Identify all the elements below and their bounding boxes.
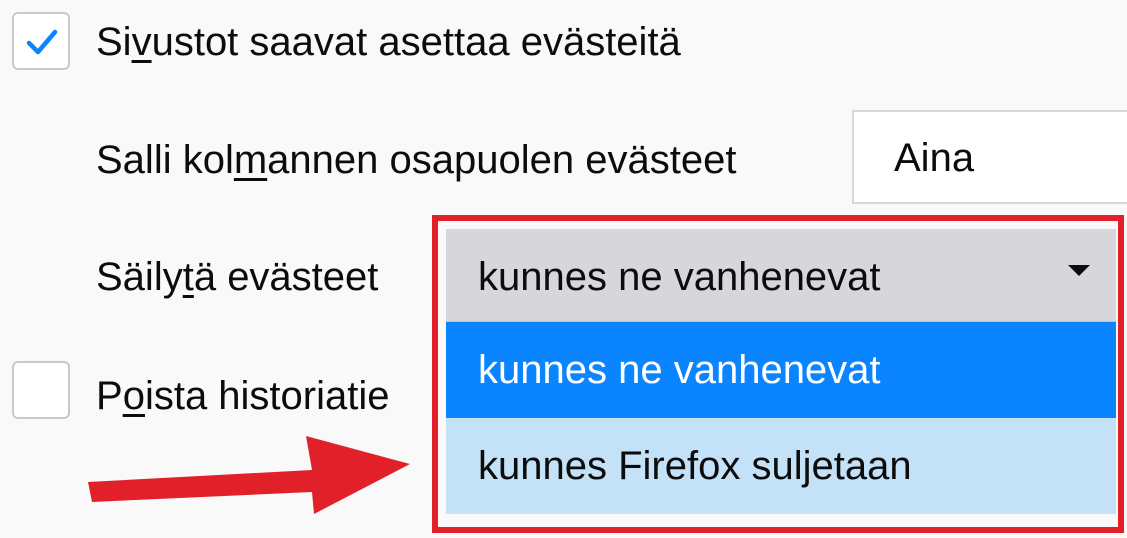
clear-history-label[interactable]: Poista historiatie	[96, 372, 390, 420]
dropdown-caret-icon	[1068, 265, 1090, 276]
dropdown-option-until-expire[interactable]: kunnes ne vanhenevat	[446, 322, 1116, 418]
accept-cookies-checkbox[interactable]	[12, 12, 70, 70]
arrow-right-icon	[88, 436, 410, 514]
keep-cookies-value: kunnes ne vanhenevat	[478, 255, 881, 299]
checkmark-icon	[26, 29, 58, 55]
keep-cookies-label: Säilytä evästeet	[96, 255, 379, 299]
mnemonic-letter: t	[182, 255, 194, 299]
third-party-cookies-select[interactable]: Aina	[852, 110, 1127, 204]
mnemonic-letter: o	[122, 374, 145, 418]
mnemonic-letter: v	[131, 20, 152, 64]
keep-cookies-select[interactable]: kunnes ne vanhenevat	[446, 229, 1116, 322]
dropdown-option-until-close[interactable]: kunnes Firefox suljetaan	[446, 418, 1116, 514]
accept-cookies-label[interactable]: Sivustot saavat asettaa evästeitä	[96, 18, 681, 66]
keep-cookies-dropdown[interactable]: kunnes ne vanhenevat kunnes ne vanheneva…	[446, 229, 1116, 514]
third-party-cookies-label: Salli kolmannen osapuolen evästeet	[96, 138, 737, 182]
third-party-cookies-value: Aina	[894, 136, 975, 180]
clear-history-checkbox[interactable]	[12, 361, 70, 419]
mnemonic-letter: m	[233, 138, 268, 182]
